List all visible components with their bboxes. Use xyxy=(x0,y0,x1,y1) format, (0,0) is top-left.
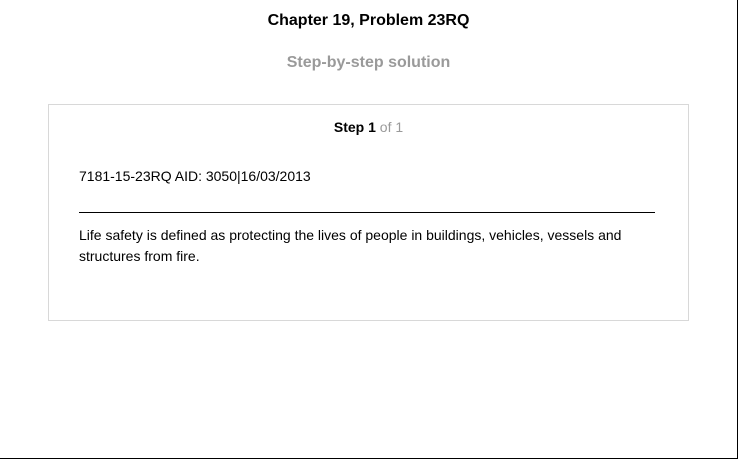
step-card: Step 1 of 1 7181-15-23RQ AID: 3050|16/03… xyxy=(48,104,689,321)
page-frame: Chapter 19, Problem 23RQ Step-by-step so… xyxy=(0,0,738,459)
solution-subtitle: Step-by-step solution xyxy=(286,54,451,71)
step-label: Step xyxy=(333,119,365,135)
divider xyxy=(79,212,655,213)
step-body-text: Life safety is defined as protecting the… xyxy=(79,227,622,264)
page-title: Chapter 19, Problem 23RQ xyxy=(267,12,470,29)
step-of-total: of 1 xyxy=(379,119,404,135)
step-meta: 7181-15-23RQ AID: 3050|16/03/2013 xyxy=(79,168,311,184)
step-number: 1 xyxy=(368,119,376,135)
step-header: Step 1 of 1 xyxy=(49,119,688,135)
